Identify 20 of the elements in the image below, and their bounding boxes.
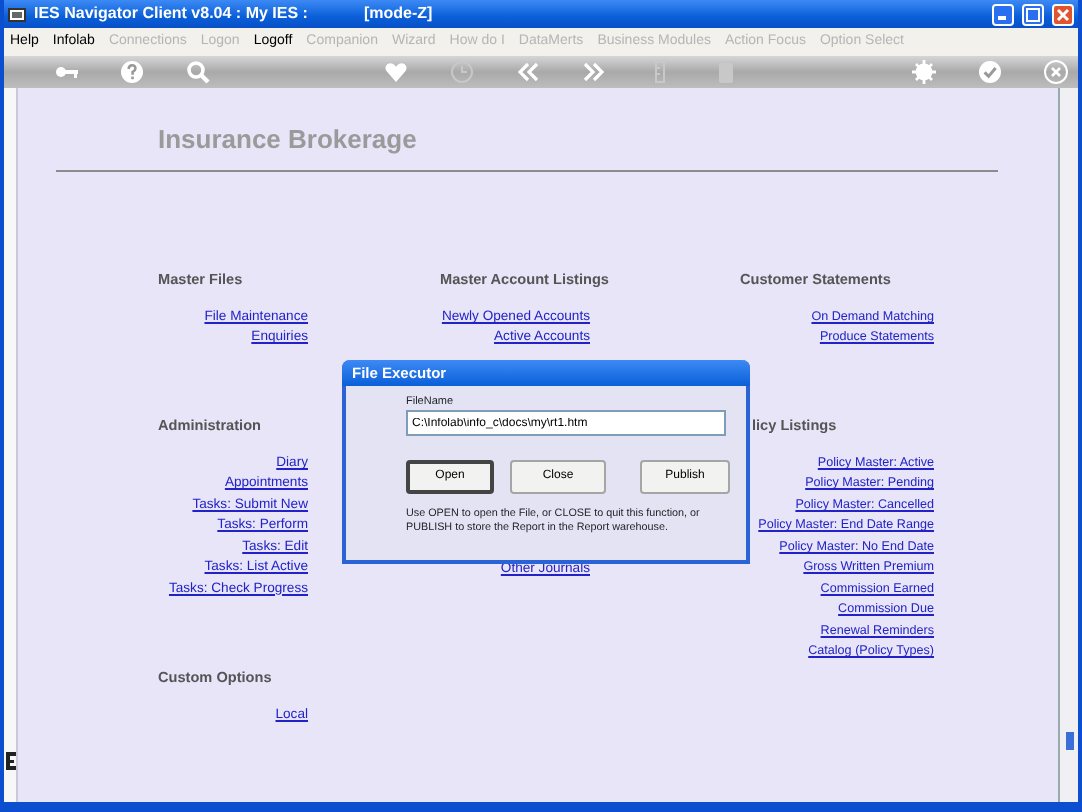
minimize-button[interactable] — [992, 3, 1014, 25]
mode-label: [mode-Z] — [363, 2, 433, 26]
close-icon — [1056, 7, 1070, 21]
panel-icon — [5, 752, 15, 770]
page-heading: Insurance Brokerage — [158, 124, 419, 154]
window-title: IES Navigator Client v8.04 : My IES : — [34, 2, 308, 26]
scrollbar[interactable] — [1058, 88, 1078, 802]
forward-icon[interactable] — [581, 60, 605, 84]
maximize-button[interactable] — [1022, 3, 1044, 25]
gear-icon[interactable] — [911, 60, 935, 84]
search-icon[interactable] — [185, 60, 209, 84]
check-icon[interactable] — [977, 60, 1001, 84]
help-icon[interactable] — [119, 60, 143, 84]
back-icon[interactable] — [515, 60, 539, 84]
close-button[interactable] — [1052, 3, 1074, 25]
app-icon — [8, 5, 26, 23]
maximize-icon — [1026, 7, 1040, 21]
scroll-thumb[interactable] — [1065, 732, 1073, 750]
heart-icon[interactable] — [383, 60, 407, 84]
close-icon[interactable] — [1043, 60, 1067, 84]
